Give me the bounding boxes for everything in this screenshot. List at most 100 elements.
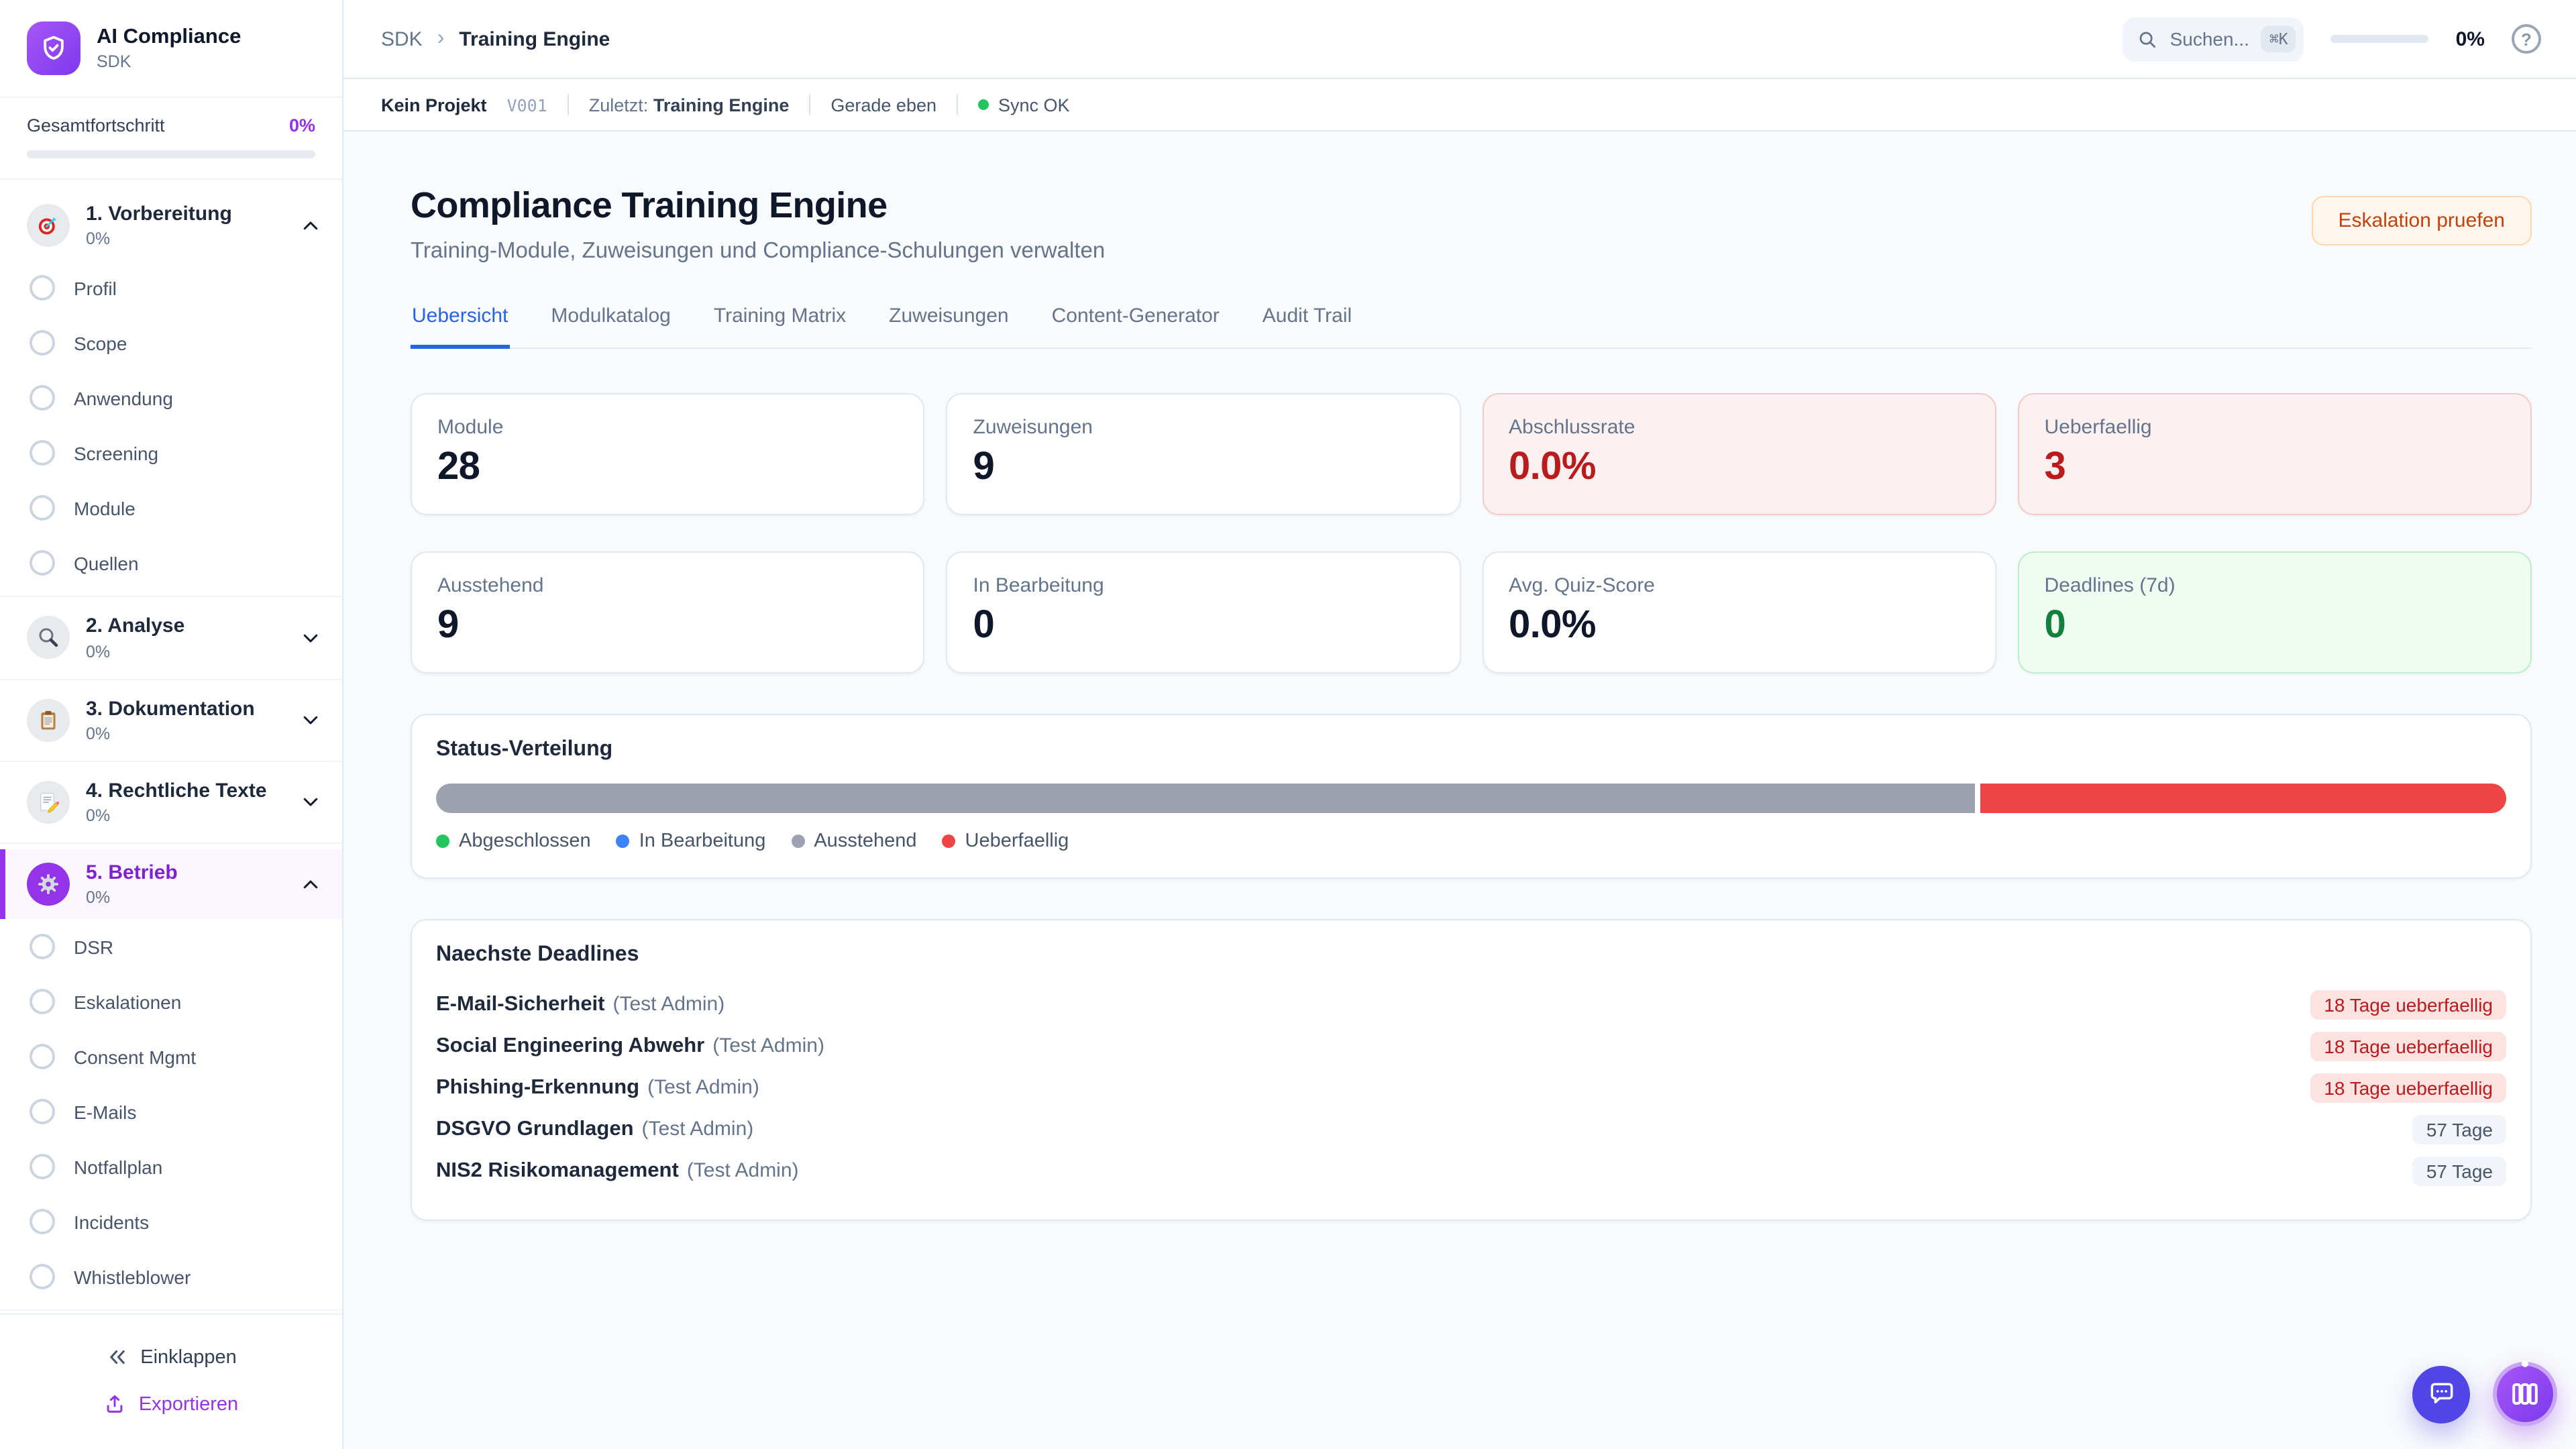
status-bar: Kein Projekt V001 Zuletzt: Training Engi… bbox=[343, 79, 2576, 131]
section-toggle-4-rechtliche-texte[interactable]: 4. Rechtliche Texte 0% bbox=[0, 767, 342, 838]
section-percent: 0% bbox=[86, 642, 184, 661]
section-percent: 0% bbox=[86, 806, 267, 825]
sidebar-item-label: Notfallplan bbox=[74, 1157, 162, 1178]
notch-dot bbox=[2522, 1360, 2528, 1367]
stats-grid: Module 28 Zuweisungen 9 Abschlussrate 0.… bbox=[411, 393, 2532, 674]
sidebar-item-e-mails[interactable]: E-Mails bbox=[0, 1085, 342, 1140]
app-root: AI Compliance SDK Gesamtfortschritt 0% 1… bbox=[0, 0, 2576, 1449]
section-toggle-3-dokumentation[interactable]: 3. Dokumentation 0% bbox=[0, 685, 342, 755]
page-header: Compliance Training Engine Training-Modu… bbox=[411, 185, 2532, 264]
tab-uebersicht[interactable]: Uebersicht bbox=[411, 305, 509, 349]
radio-circle-icon bbox=[30, 1265, 55, 1290]
stat-value: 9 bbox=[973, 445, 1434, 490]
sidebar-item-consent-mgmt[interactable]: Consent Mgmt bbox=[0, 1030, 342, 1085]
tab-zuweisungen[interactable]: Zuweisungen bbox=[888, 305, 1010, 349]
tab-training-matrix[interactable]: Training Matrix bbox=[712, 305, 847, 349]
section-percent: 0% bbox=[86, 889, 178, 908]
section-meta: 3. Dokumentation 0% bbox=[86, 697, 255, 743]
section-toggle-5-betrieb[interactable]: 5. Betrieb 0% bbox=[0, 849, 342, 920]
stat-card-ausstehend: Ausstehend 9 bbox=[411, 551, 925, 674]
chat-button[interactable] bbox=[2412, 1365, 2470, 1423]
sidebar-footer: Einklappen Exportieren bbox=[0, 1313, 342, 1449]
segment-ausstehend bbox=[436, 784, 1974, 813]
sidebar-item-notfallplan[interactable]: Notfallplan bbox=[0, 1140, 342, 1195]
search-shortcut-kbd: ⌘K bbox=[2261, 25, 2296, 52]
sidebar-item-screening[interactable]: Screening bbox=[0, 426, 342, 481]
memo-pencil-icon bbox=[27, 781, 70, 824]
sidebar-item-quellen[interactable]: Quellen bbox=[0, 536, 342, 591]
chevron-down-icon bbox=[301, 710, 321, 730]
header-progress-bar bbox=[2331, 35, 2429, 43]
double-chevron-left-icon bbox=[105, 1346, 128, 1368]
check-escalation-button[interactable]: Eskalation pruefen bbox=[2312, 196, 2532, 246]
section-meta: 1. Vorbereitung 0% bbox=[86, 203, 232, 249]
sync-status: Sync OK bbox=[978, 95, 1070, 115]
section-label: 2. Analyse bbox=[86, 615, 184, 639]
search-placeholder: Suchen... bbox=[2170, 28, 2249, 50]
search-input[interactable]: Suchen... ⌘K bbox=[2123, 17, 2304, 61]
section-label: 5. Betrieb bbox=[86, 861, 178, 885]
sidebar-item-whistleblower[interactable]: Whistleblower bbox=[0, 1250, 342, 1305]
sidebar-section-4-rechtliche-texte: 4. Rechtliche Texte 0% bbox=[0, 762, 342, 845]
deadline-module: NIS2 Risikomanagement(Test Admin) bbox=[436, 1159, 799, 1183]
section-toggle-2-analyse[interactable]: 2. Analyse 0% bbox=[0, 603, 342, 674]
tab-modulkatalog[interactable]: Modulkatalog bbox=[549, 305, 672, 349]
overall-progress-label: Gesamtfortschritt bbox=[27, 115, 165, 136]
section-label: 1. Vorbereitung bbox=[86, 203, 232, 226]
sidebar-nav: 1. Vorbereitung 0% Profil Scope Anwendun… bbox=[0, 180, 342, 1313]
help-icon[interactable]: ? bbox=[2512, 24, 2541, 54]
sidebar-item-label: Incidents bbox=[74, 1212, 149, 1233]
radio-circle-icon bbox=[30, 496, 55, 521]
upload-icon bbox=[104, 1393, 127, 1415]
sidebar-item-anwendung[interactable]: Anwendung bbox=[0, 371, 342, 426]
tab-audit-trail[interactable]: Audit Trail bbox=[1261, 305, 1353, 349]
legend-dot-icon bbox=[616, 835, 630, 848]
sidebar-item-incidents[interactable]: Incidents bbox=[0, 1195, 342, 1250]
kanban-columns-icon bbox=[2509, 1378, 2541, 1410]
deadline-module: DSGVO Grundlagen(Test Admin) bbox=[436, 1117, 753, 1141]
app-title: AI Compliance bbox=[97, 25, 241, 50]
sidebar-item-eskalationen[interactable]: Eskalationen bbox=[0, 975, 342, 1030]
deadline-badge: 18 Tage ueberfaellig bbox=[2310, 1073, 2506, 1102]
legend-in-bearbeitung: In Bearbeitung bbox=[616, 830, 766, 852]
section-percent: 0% bbox=[86, 230, 232, 249]
collapse-sidebar-button[interactable]: Einklappen bbox=[0, 1334, 342, 1381]
deadline-row-nis2-risikomanagement: NIS2 Risikomanagement(Test Admin) 57 Tag… bbox=[436, 1150, 2506, 1191]
tab-content-generator[interactable]: Content-Generator bbox=[1051, 305, 1221, 349]
topbar: SDK › Training Engine Suchen... ⌘K 0% ? bbox=[343, 0, 2576, 79]
board-view-button[interactable] bbox=[2493, 1362, 2557, 1426]
stat-card-zuweisungen: Zuweisungen 9 bbox=[947, 393, 1461, 515]
chevron-down-icon bbox=[301, 628, 321, 648]
export-button[interactable]: Exportieren bbox=[0, 1381, 342, 1428]
stat-card-deadlines-7d: Deadlines (7d) 0 bbox=[2018, 551, 2532, 674]
stat-card-abschlussrate: Abschlussrate 0.0% bbox=[1482, 393, 1996, 515]
stat-value: 3 bbox=[2045, 445, 2506, 490]
stat-card-ueberfaellig: Ueberfaellig 3 bbox=[2018, 393, 2532, 515]
section-toggle-1-vorbereitung[interactable]: 1. Vorbereitung 0% bbox=[0, 191, 342, 261]
deadlines-card: Naechste Deadlines E-Mail-Sicherheit(Tes… bbox=[411, 919, 2532, 1221]
clipboard-icon bbox=[27, 698, 70, 741]
gear-icon bbox=[27, 863, 70, 906]
tab-bar: Uebersicht Modulkatalog Training Matrix … bbox=[411, 305, 2532, 349]
sidebar-header: AI Compliance SDK bbox=[0, 0, 342, 98]
segment-ueberfaellig bbox=[1980, 784, 2506, 813]
export-label: Exportieren bbox=[139, 1393, 238, 1415]
page-content: Compliance Training Engine Training-Modu… bbox=[343, 131, 2576, 1449]
deadline-badge: 18 Tage ueberfaellig bbox=[2310, 989, 2506, 1019]
shield-check-icon bbox=[27, 21, 80, 75]
sidebar-item-dsr[interactable]: DSR bbox=[0, 920, 342, 975]
version-badge: V001 bbox=[507, 95, 547, 115]
stat-label: Abschlussrate bbox=[1509, 416, 1970, 439]
legend-ausstehend: Ausstehend bbox=[791, 830, 916, 852]
sidebar-item-profil[interactable]: Profil bbox=[0, 261, 342, 316]
stat-label: Zuweisungen bbox=[973, 416, 1434, 439]
legend-abgeschlossen: Abgeschlossen bbox=[436, 830, 591, 852]
breadcrumb-parent[interactable]: SDK bbox=[381, 28, 423, 50]
radio-circle-icon bbox=[30, 1155, 55, 1180]
radio-circle-icon bbox=[30, 934, 55, 960]
sidebar-item-scope[interactable]: Scope bbox=[0, 316, 342, 371]
sidebar-item-module[interactable]: Module bbox=[0, 481, 342, 536]
divider bbox=[957, 94, 958, 115]
sidebar-item-label: DSR bbox=[74, 936, 113, 958]
topbar-right: Suchen... ⌘K 0% ? bbox=[2123, 17, 2541, 61]
